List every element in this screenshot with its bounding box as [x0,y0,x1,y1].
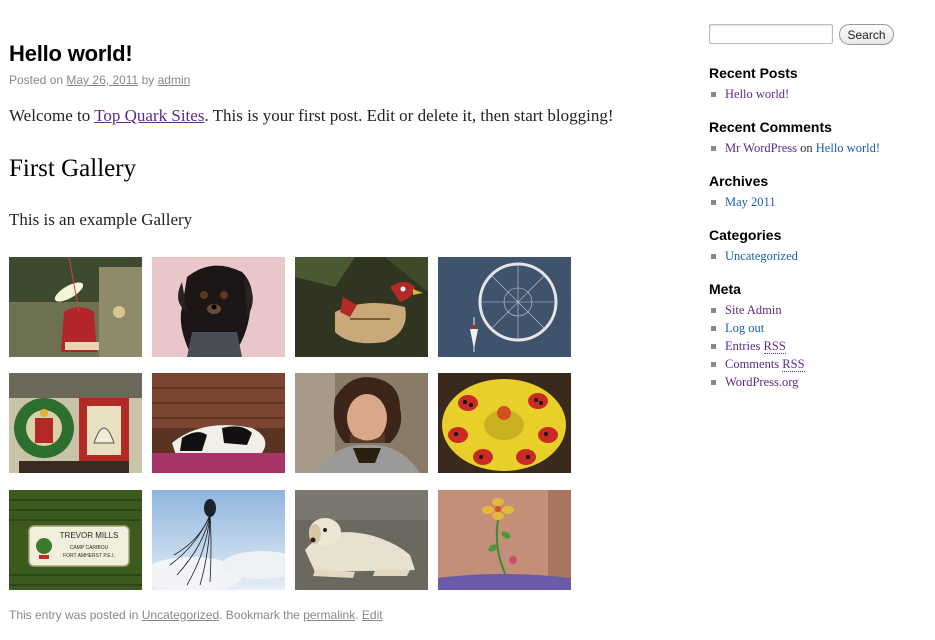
comment-author-link[interactable]: Mr WordPress [725,141,797,155]
list-item: Comments RSS [709,355,805,373]
categories-heading: Categories [709,227,782,243]
gallery-thumb-stained-glass-bells[interactable] [9,373,142,473]
posted-in-label: This entry was posted in [9,608,139,622]
post-footer: This entry was posted in Uncategorized. … [9,608,383,622]
gallery-thumb-black-dog-portrait[interactable] [152,257,285,357]
category-link[interactable]: Uncategorized [142,608,219,622]
search-button[interactable]: Search [839,24,894,45]
entries-label: Entries [725,339,761,353]
meta-widget: Meta Site Admin Log out Entries RSS Comm… [709,281,805,391]
gallery-thumb-sleeping-dog[interactable] [152,373,285,473]
comment-on-label: on [800,141,813,155]
post-title[interactable]: Hello world! [9,41,133,67]
comments-rss-link[interactable]: Comments RSS [725,357,805,372]
by-label: by [141,73,155,87]
archive-link[interactable]: May 2011 [725,195,776,209]
site-admin-link[interactable]: Site Admin [725,303,782,317]
list-item: Site Admin [709,301,805,319]
permalink-link[interactable]: permalink [303,608,355,622]
list-item: Mr WordPress on Hello world! [709,139,880,157]
recent-posts-widget: Recent Posts Hello world! [709,65,798,103]
gallery-heading: First Gallery [9,155,137,182]
log-out-link[interactable]: Log out [725,321,764,335]
list-item: Uncategorized [709,247,798,265]
rss-abbr: RSS [782,357,805,372]
author-link[interactable]: admin [158,73,191,87]
gallery-thumb-ladybug-toy[interactable] [438,373,571,473]
archives-heading: Archives [709,173,769,189]
comments-label: Comments [725,357,780,371]
list-item: Log out [709,319,805,337]
gallery-thumb-golden-retriever[interactable] [295,490,428,590]
gallery-thumb-ornament-lights[interactable] [9,257,142,357]
post-intro: Welcome to Top Quark Sites. This is your… [9,106,614,126]
entries-rss-link[interactable]: Entries RSS [725,339,786,354]
meta-heading: Meta [709,281,741,297]
categories-widget: Categories Uncategorized [709,227,798,265]
badge-line-1: TREVOR MILLS [60,531,119,540]
gallery-description: This is an example Gallery [9,210,193,229]
post-date-link[interactable]: May 26, 2011 [66,73,138,87]
post-meta: Posted on May 26, 2011 by admin [9,73,190,87]
gallery-thumb-curly-hair-man[interactable] [295,373,428,473]
intro-text-after: . This is your first post. Edit or delet… [204,106,614,125]
intro-text-before: Welcome to [9,106,91,125]
recent-comments-widget: Recent Comments Mr WordPress on Hello wo… [709,119,880,157]
badge-line-3: FORT AMHERST P.E.I. [63,553,115,559]
rss-abbr: RSS [763,339,786,354]
archives-widget: Archives May 2011 [709,173,776,211]
list-item: Entries RSS [709,337,805,355]
gallery-thumb-bird-ornament[interactable] [295,257,428,357]
recent-comments-heading: Recent Comments [709,119,832,135]
recent-post-link[interactable]: Hello world! [725,87,789,101]
footer-separator: . [355,608,359,622]
edit-link[interactable]: Edit [362,608,383,622]
gallery-thumb-back-tattoo[interactable] [438,490,571,590]
wordpress-org-link[interactable]: WordPress.org [725,375,798,389]
gallery-thumb-dreamcatcher[interactable] [438,257,571,357]
posted-on-label: Posted on [9,73,64,87]
list-item: Hello world! [709,85,798,103]
site-link[interactable]: Top Quark Sites [94,106,204,125]
category-widget-link[interactable]: Uncategorized [725,249,798,263]
gallery-thumb-name-badge[interactable]: TREVOR MILLS CAMP CARIBOU FORT AMHERST P… [9,490,142,590]
gallery-thumb-peacock-feather[interactable] [152,490,285,590]
badge-line-2: CAMP CARIBOU [70,545,109,551]
list-item: May 2011 [709,193,776,211]
bookmark-label: . Bookmark the [219,608,300,622]
list-item: WordPress.org [709,373,805,391]
search-input[interactable] [709,24,833,44]
comment-post-link[interactable]: Hello world! [816,141,880,155]
recent-posts-heading: Recent Posts [709,65,798,81]
